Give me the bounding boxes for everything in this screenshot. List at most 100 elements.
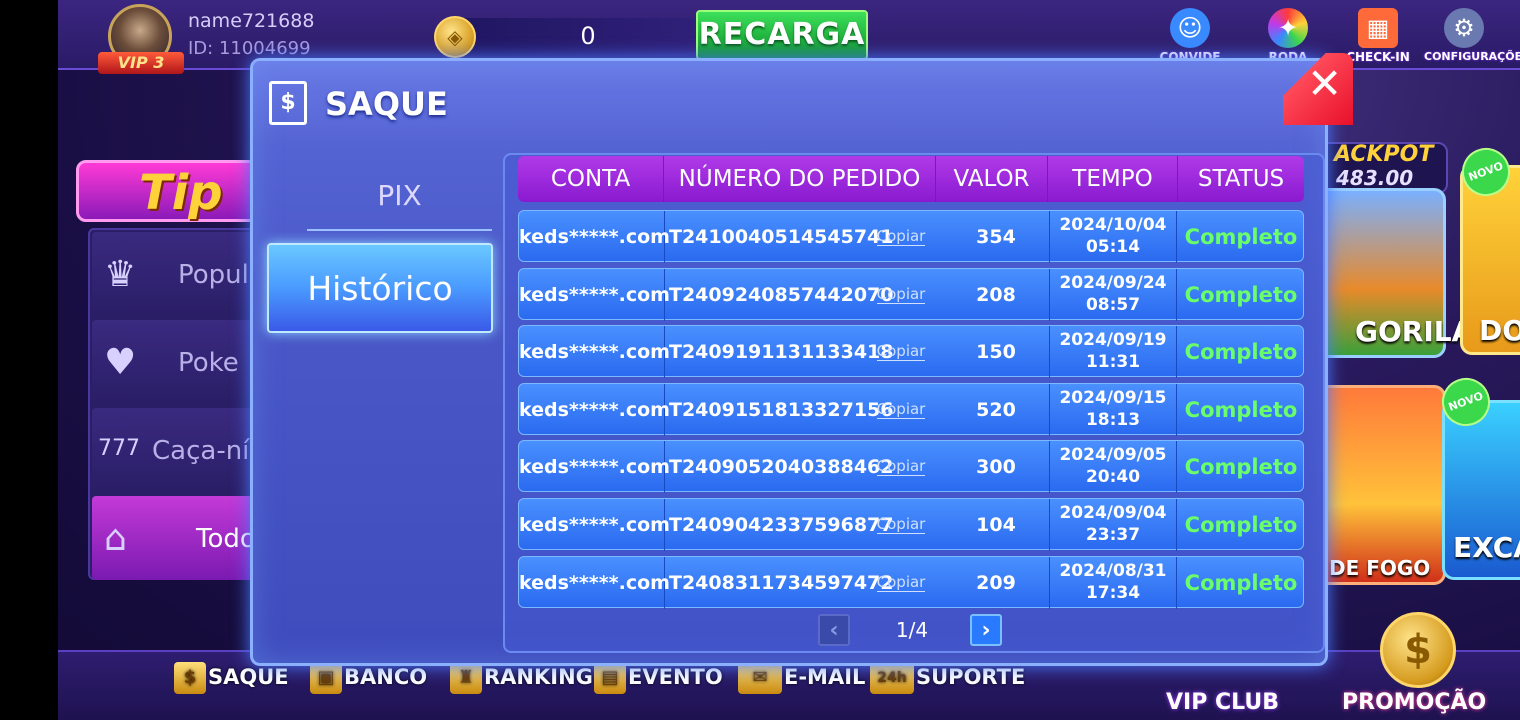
- cell-time: 08:57: [1085, 295, 1141, 315]
- promo-button[interactable]: PROMOÇÃO: [1342, 690, 1486, 715]
- copy-button[interactable]: Copiar: [873, 211, 929, 263]
- balance-value: 0: [580, 22, 596, 50]
- category-slots[interactable]: 777 Caça-níc: [92, 408, 266, 492]
- status-badge: Completo: [1184, 225, 1298, 249]
- cell-time: 05:14: [1085, 237, 1141, 257]
- table-row: keds*****.com T2410040514545741 Copiar 354 2…: [518, 210, 1304, 263]
- column-header: NÚMERO DO PEDIDO: [664, 156, 936, 202]
- nav-email[interactable]: ✉ E-MAIL: [738, 662, 865, 702]
- category-popular[interactable]: ♛ Popul: [92, 232, 266, 316]
- game-card-gorila[interactable]: GORILA: [1316, 188, 1473, 358]
- cell-conta: keds*****.com: [519, 384, 670, 436]
- page-indicator: 1/4: [895, 618, 929, 642]
- column-header: TEMPO: [1048, 156, 1178, 202]
- tab-pix[interactable]: PIX: [307, 161, 492, 231]
- copy-button[interactable]: Copiar: [873, 441, 929, 493]
- cell-conta: keds*****.com: [519, 269, 670, 321]
- user-id: ID: 11004699: [188, 38, 311, 59]
- cell-valor: 520: [976, 399, 1016, 421]
- trophy-icon: ♜: [450, 662, 482, 694]
- category-menu: ♛ Popul ♥ Poke 777 Caça-níc ⌂ Todo: [88, 228, 268, 580]
- status-badge: Completo: [1184, 513, 1298, 537]
- cell-valor: 208: [976, 284, 1016, 306]
- cell-valor: 354: [976, 226, 1016, 248]
- cell-date: 2024/09/19: [1059, 330, 1167, 350]
- copy-button[interactable]: Copiar: [873, 557, 929, 609]
- category-poker[interactable]: ♥ Poke: [92, 320, 266, 404]
- wheel-icon: ✦: [1268, 8, 1308, 48]
- cell-conta: keds*****.com: [519, 499, 670, 551]
- cell-valor: 104: [976, 514, 1016, 536]
- cell-tempo: 2024/09/19 11:31: [1049, 326, 1177, 378]
- tab-history[interactable]: Histórico: [267, 243, 493, 333]
- copy-button[interactable]: Copiar: [873, 499, 929, 551]
- modal-title: SAQUE: [325, 85, 448, 123]
- column-header: STATUS: [1197, 166, 1285, 192]
- chevron-right-icon: ›: [981, 618, 991, 643]
- status-badge: Completo: [1184, 398, 1298, 422]
- game-lobby: VIP 3 name721688 ID: 11004699 ◈ 0 RECARG…: [58, 0, 1520, 720]
- close-button[interactable]: ✕: [1283, 53, 1353, 125]
- settings-button[interactable]: ⚙ CONFIGURAÇÕES: [1424, 8, 1520, 68]
- cards-icon: ♥: [104, 342, 137, 383]
- cell-time: 18:13: [1085, 410, 1141, 430]
- screen-edge: [0, 0, 58, 720]
- table-header: CONTA NÚMERO DO PEDIDO VALOR TEMPO STATU…: [518, 156, 1304, 202]
- bank-icon: $: [174, 662, 206, 694]
- mail-icon: ✉: [738, 662, 782, 694]
- nav-saque[interactable]: $ SAQUE: [174, 662, 289, 702]
- cell-numero: T2409240857442070: [669, 284, 894, 306]
- vip-badge: VIP 3: [98, 52, 184, 74]
- gift-icon: ▤: [594, 662, 626, 694]
- copy-button[interactable]: Copiar: [873, 269, 929, 321]
- game-card-exc[interactable]: EXCA: [1442, 400, 1520, 580]
- nav-evento[interactable]: ▤ EVENTO: [594, 662, 723, 702]
- cell-time: 11:31: [1085, 352, 1141, 372]
- category-all[interactable]: ⌂ Todo: [92, 496, 266, 580]
- people-icon: ☺: [1170, 8, 1210, 48]
- cell-date: 2024/08/31: [1059, 561, 1167, 581]
- house-icon: ⌂: [104, 518, 127, 559]
- cell-tempo: 2024/09/24 08:57: [1049, 269, 1177, 321]
- coin-icon: ◈: [434, 16, 476, 58]
- cell-time: 17:34: [1085, 583, 1141, 603]
- cell-conta: keds*****.com: [519, 326, 670, 378]
- tip-logo: Tip: [76, 160, 276, 222]
- chevron-left-icon: ‹: [829, 618, 839, 643]
- table-row: keds*****.com T2409191131133418 Copiar 150 2…: [518, 325, 1304, 378]
- cell-date: 2024/09/24: [1059, 273, 1167, 293]
- copy-button[interactable]: Copiar: [873, 384, 929, 436]
- status-badge: Completo: [1184, 571, 1298, 595]
- cell-numero: T2409191131133418: [669, 341, 894, 363]
- cell-numero: T2409052040388462: [669, 456, 894, 478]
- nav-ranking[interactable]: ♜ RANKING: [450, 662, 593, 702]
- cell-conta: keds*****.com: [519, 211, 670, 263]
- vip-club-button[interactable]: VIP CLUB: [1166, 690, 1279, 715]
- cell-tempo: 2024/08/31 17:34: [1049, 557, 1177, 609]
- cell-tempo: 2024/10/04 05:14: [1049, 211, 1177, 263]
- nav-banco[interactable]: ▣ BANCO: [310, 662, 427, 702]
- recharge-button[interactable]: RECARGA: [696, 10, 868, 60]
- nav-suporte[interactable]: 24h SUPORTE: [870, 662, 1025, 702]
- calendar-icon: ▦: [1358, 8, 1398, 48]
- cell-conta: keds*****.com: [519, 557, 670, 609]
- game-card-fogo[interactable]: DE FOGO: [1316, 385, 1446, 585]
- column-header: VALOR: [936, 156, 1048, 202]
- cell-time: 23:37: [1085, 525, 1141, 545]
- cell-conta: keds*****.com: [519, 441, 670, 493]
- next-page-button[interactable]: ›: [970, 614, 1002, 646]
- cell-numero: T2409042337596877: [669, 514, 894, 536]
- cell-numero: T2409151813327156: [669, 399, 894, 421]
- cell-date: 2024/09/05: [1059, 445, 1167, 465]
- cell-time: 20:40: [1085, 467, 1141, 487]
- cell-tempo: 2024/09/04 23:37: [1049, 499, 1177, 551]
- prev-page-button[interactable]: ‹: [818, 614, 850, 646]
- cell-date: 2024/10/04: [1059, 215, 1167, 235]
- safe-icon: ▣: [310, 662, 342, 694]
- pagination: ‹ 1/4 ›: [818, 614, 1078, 648]
- cell-valor: 300: [976, 456, 1016, 478]
- table-row: keds*****.com T2409151813327156 Copiar 520 2…: [518, 383, 1304, 436]
- gear-icon: ⚙: [1444, 8, 1484, 48]
- cell-valor: 150: [976, 341, 1016, 363]
- copy-button[interactable]: Copiar: [873, 326, 929, 378]
